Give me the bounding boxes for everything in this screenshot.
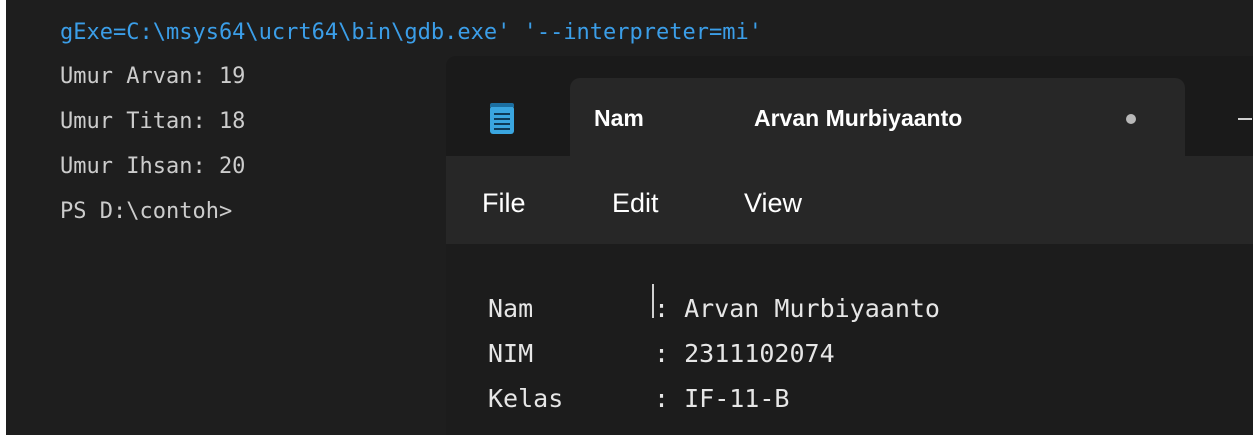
editor-label-nam: Nam [488, 294, 534, 323]
menu-view[interactable]: View [744, 188, 802, 219]
menu-file[interactable]: File [482, 188, 526, 219]
terminal-command-line: gExe=C:\msys64\ucrt64\bin\gdb.exe' '--in… [60, 20, 762, 45]
terminal-output-line: Umur Titan: 18 [60, 109, 246, 134]
notepad-window[interactable]: Nam Arvan Murbiyaanto File Edit View Nam… [446, 56, 1253, 435]
text-editor-area[interactable] [446, 244, 1253, 435]
editor-value-nam: : Arvan Murbiyaanto [654, 294, 940, 323]
editor-label-nim: NIM [488, 339, 534, 368]
editor-value-nim: : 2311102074 [654, 339, 835, 368]
tab-title-field[interactable]: Nam [594, 105, 644, 132]
menu-bar [446, 156, 1253, 244]
tab-title-value[interactable]: Arvan Murbiyaanto [754, 105, 962, 132]
terminal-output-line: Umur Ihsan: 20 [60, 154, 246, 179]
unsaved-dot-icon[interactable] [1126, 114, 1136, 124]
editor-value-kelas: : IF-11-B [654, 384, 790, 413]
terminal-output-line: Umur Arvan: 19 [60, 64, 246, 89]
notepad-icon [490, 103, 514, 134]
minimize-icon[interactable] [1238, 118, 1252, 120]
terminal-prompt[interactable]: PS D:\contoh> [60, 197, 232, 227]
menu-edit[interactable]: Edit [612, 188, 659, 219]
editor-label-kelas: Kelas [488, 384, 564, 413]
